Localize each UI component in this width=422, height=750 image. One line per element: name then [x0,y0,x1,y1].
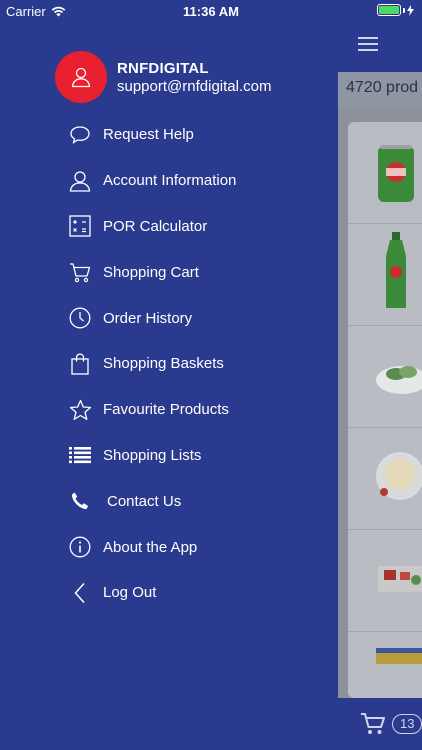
product-row[interactable] [348,122,422,224]
product-card [348,122,422,698]
menu-item-contact-us[interactable]: Contact Us [0,478,338,524]
battery-indicator [377,4,414,16]
menu-item-order-history[interactable]: Order History [0,295,338,341]
menu-item-shopping-lists[interactable]: Shopping Lists [0,433,338,479]
cart-count-badge: 13 [392,714,422,734]
product-row[interactable] [348,326,422,428]
food-container-image [376,648,422,664]
menu-item-request-help[interactable]: Request Help [0,112,338,158]
cart-icon[interactable] [360,712,386,736]
profile-email: support@rnfdigital.com [117,77,272,95]
user-avatar-icon [71,67,91,88]
menu-label: POR Calculator [103,217,208,235]
bottom-bar: 13 [338,698,422,750]
menu-item-shopping-cart[interactable]: Shopping Cart [0,249,338,295]
soup-image [376,452,422,500]
list-icon [68,443,92,467]
hamburger-menu-icon[interactable] [358,37,378,51]
menu-item-about-the-app[interactable]: About the App [0,524,338,570]
menu-label: Shopping Baskets [103,355,224,373]
menu-item-favourite-products[interactable]: Favourite Products [0,387,338,433]
menu-item-log-out[interactable]: Log Out [0,570,338,616]
menu-label: Shopping Cart [103,263,199,281]
product-list [338,108,422,698]
soda-can-image [378,145,414,202]
product-count-label: 4720 prod [346,79,419,96]
menu-label: Favourite Products [103,401,229,419]
menu-label: Request Help [103,126,194,144]
menu-item-por-calculator[interactable]: POR Calculator [0,204,338,250]
calculator-icon [68,214,92,238]
menu-label: Log Out [103,584,157,602]
avatar [55,51,107,103]
info-icon [68,535,92,559]
clock-icon [68,306,92,330]
status-bar: Carrier 11:36 AM [0,0,422,22]
bag-icon [68,352,92,376]
menu-label: Account Information [103,172,237,190]
phone-icon [68,489,92,513]
user-icon [68,169,92,193]
product-row[interactable] [348,530,422,632]
menu-label: Order History [103,309,193,327]
menu-label: Shopping Lists [103,446,202,464]
product-row[interactable] [348,224,422,326]
chat-bubble-icon [68,123,92,147]
menu-label: Contact Us [107,492,182,510]
appetizer-platter-image [378,566,422,592]
menu-item-account-information[interactable]: Account Information [0,158,338,204]
charging-bolt-icon [407,4,414,16]
drawer-menu: Request Help Account Information POR Cal… [0,112,338,616]
chevron-left-icon [68,581,92,605]
menu-label: About the App [103,538,198,556]
product-row[interactable] [348,428,422,530]
salad-image [376,366,422,394]
profile-header[interactable]: RNFDIGITAL support@rnfdigital.com [55,51,271,103]
clock-time: 11:36 AM [183,4,239,19]
profile-name: RNFDIGITAL [117,59,209,77]
star-icon [68,398,92,422]
cart-icon [68,260,92,284]
battery-icon [377,4,401,16]
soda-bottle-image [386,232,406,308]
side-drawer: RNFDIGITAL support@rnfdigital.com Reques… [0,0,338,750]
menu-item-shopping-baskets[interactable]: Shopping Baskets [0,341,338,387]
main-screen-overlay[interactable]: 4720 prod 13 [338,0,422,750]
